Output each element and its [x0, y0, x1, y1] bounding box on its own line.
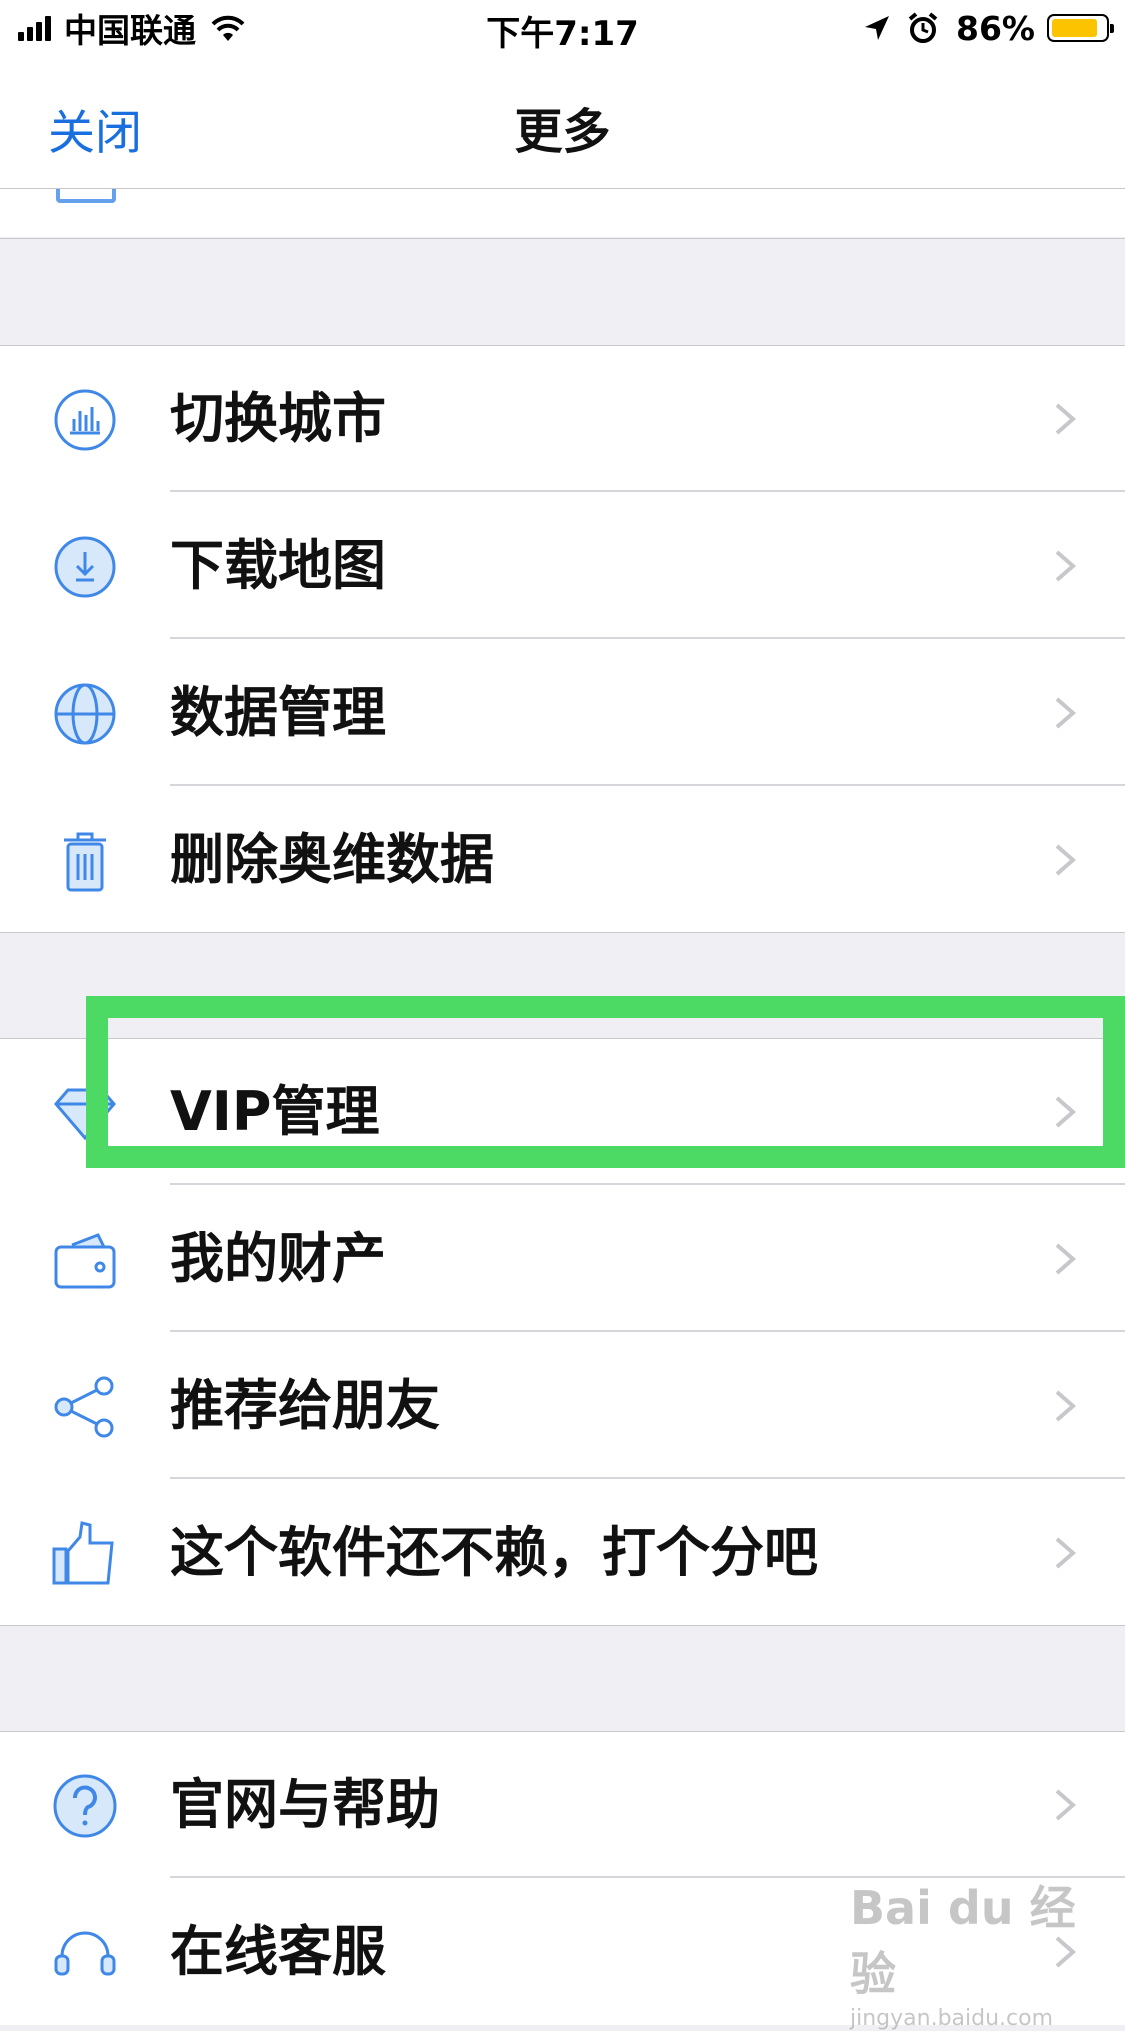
share-icon: [54, 1376, 114, 1438]
chevron-right-icon: [1055, 1096, 1077, 1128]
menu-row-delete-data[interactable]: 删除奥维数据: [0, 786, 1125, 933]
menu-row-label: 在线客服: [170, 1920, 386, 1983]
menu-row-recommend[interactable]: 推荐给朋友: [0, 1332, 1125, 1479]
menu-row-data-management[interactable]: 数据管理: [0, 639, 1125, 786]
partial-row-icon: [56, 189, 116, 203]
watermark-sub: jingyan.baidu.com: [850, 2006, 1054, 2031]
menu-row-label: 删除奥维数据: [170, 828, 494, 891]
download-icon: [54, 536, 116, 598]
chevron-right-icon: [1055, 1537, 1077, 1569]
battery-fill: [1052, 19, 1097, 37]
group-bottom-border: [0, 1625, 1125, 1626]
menu-row-label: 切换城市: [170, 387, 386, 450]
menu-row-label: 推荐给朋友: [170, 1374, 440, 1437]
help-icon: [53, 1774, 117, 1838]
menu-row-label: VIP管理: [170, 1080, 380, 1143]
wallet-icon: [54, 1233, 116, 1289]
battery-percent: 86%: [956, 8, 1035, 48]
city-chart-icon: [54, 389, 116, 451]
menu-row-label: 数据管理: [170, 681, 386, 744]
location-arrow-icon: [865, 16, 889, 40]
menu-row-label: 我的财产: [170, 1227, 386, 1290]
menu-row-label: 这个软件还不赖，打个分吧: [170, 1521, 818, 1584]
status-bar: 中国联通 下午7:17 86%: [0, 0, 1125, 56]
menu-row-vip-management[interactable]: VIP管理: [0, 1038, 1125, 1185]
diamond-icon: [54, 1088, 116, 1141]
chevron-right-icon: [1055, 550, 1077, 582]
status-right: 86%: [862, 8, 1114, 48]
menu-row-download-map[interactable]: 下载地图: [0, 492, 1125, 639]
globe-icon: [54, 683, 116, 745]
chevron-right-icon: [1055, 1390, 1077, 1422]
battery-icon: [1047, 14, 1114, 42]
menu-row-website-help[interactable]: 官网与帮助: [0, 1731, 1125, 1878]
scrolled-partial-row: [0, 188, 1125, 237]
menu-row-switch-city[interactable]: 切换城市: [0, 345, 1125, 492]
baidu-watermark: Bai du 经验 jingyan.baidu.com: [850, 1872, 1120, 2031]
headset-icon: [54, 1931, 116, 1976]
section-divider: [0, 238, 1125, 239]
chevron-right-icon: [1055, 1789, 1077, 1821]
alarm-icon: [908, 12, 938, 43]
settings-group-2: VIP管理 我的财产 推荐给朋友 这个软件还不赖，打个分吧: [0, 1038, 1125, 1626]
chevron-right-icon: [1055, 403, 1077, 435]
nav-bar: 关闭 更多: [0, 56, 1125, 237]
menu-row-my-assets[interactable]: 我的财产: [0, 1185, 1125, 1332]
watermark-main: Bai du 经验: [850, 1881, 1076, 2001]
menu-row-label: 下载地图: [170, 534, 386, 597]
settings-group-1: 切换城市 下载地图 数据管理 删除奥维数据: [0, 345, 1125, 933]
menu-row-rate-app[interactable]: 这个软件还不赖，打个分吧: [0, 1479, 1125, 1626]
chevron-right-icon: [1055, 1243, 1077, 1275]
group-bottom-border: [0, 932, 1125, 933]
trash-icon: [64, 832, 106, 892]
page-title: 更多: [514, 104, 611, 160]
menu-row-label: 官网与帮助: [170, 1773, 440, 1836]
chevron-right-icon: [1055, 844, 1077, 876]
chevron-right-icon: [1055, 697, 1077, 729]
thumbs-up-icon: [52, 1521, 114, 1585]
